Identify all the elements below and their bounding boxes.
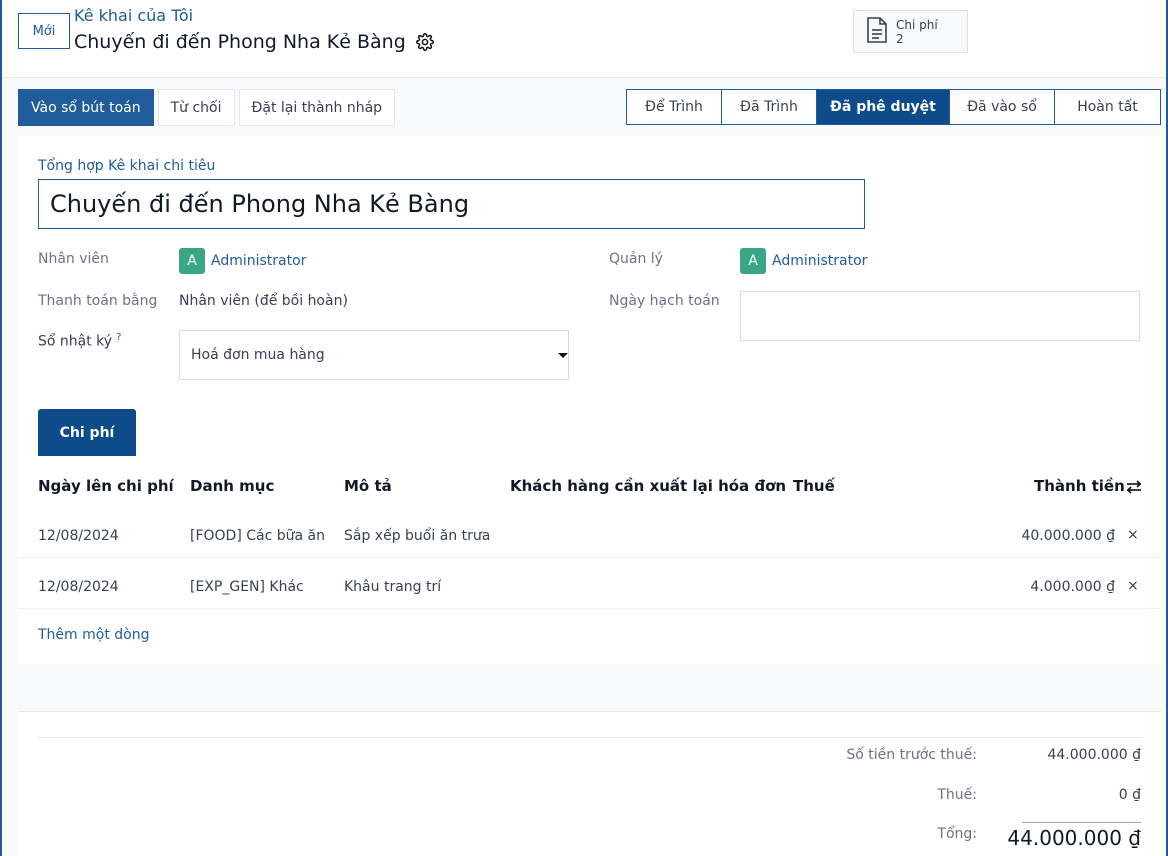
refuse-button[interactable]: Từ chối (157, 89, 235, 126)
untaxed-amount-label: Số tiền trước thuế: (846, 747, 977, 763)
smart-button-label: Chi phí (896, 17, 938, 32)
journal-select[interactable]: Hoá đơn mua hàng (179, 330, 569, 380)
add-line-link[interactable]: Thêm một dòng (38, 627, 149, 643)
tax-amount-label: Thuế: (937, 787, 977, 803)
status-bar: Để Trình Đã Trình Đã phê duyệt Đã vào sổ… (626, 89, 1161, 125)
row-date: 12/08/2024 (38, 579, 119, 595)
manager-value[interactable]: Administrator (772, 253, 867, 269)
delete-row-icon[interactable]: × (1127, 578, 1139, 594)
help-tooltip-icon[interactable]: ? (116, 332, 121, 343)
divider (1022, 822, 1141, 823)
column-header-date[interactable]: Ngày lên chi phí (38, 477, 174, 495)
reset-to-draft-button[interactable]: Đặt lại thành nháp (238, 89, 396, 126)
accounting-date-input[interactable] (740, 291, 1140, 341)
action-buttons: Vào sổ bút toán Từ chối Đặt lại thành nh… (18, 89, 396, 126)
column-header-description[interactable]: Mô tả (344, 477, 392, 495)
table-row[interactable]: 12/08/2024 [EXP_GEN] Khác Khâu trang trí… (18, 567, 1161, 609)
row-total: 40.000.000 ₫ (1021, 528, 1115, 544)
divider (38, 737, 1141, 738)
expenses-smart-button[interactable]: Chi phí 2 (853, 10, 968, 53)
row-description: Sắp xếp buổi ăn trưa (344, 528, 491, 544)
window-left-edge (0, 0, 2, 856)
form-sheet: Tổng hợp Kê khai chi tiêu Chuyến đi đến … (18, 136, 1161, 856)
row-total: 4.000.000 ₫ (1030, 579, 1115, 595)
smart-button-count: 2 (896, 31, 904, 46)
untaxed-amount-value: 44.000.000 ₫ (1047, 747, 1141, 763)
breadcrumb-parent[interactable]: Kê khai của Tôi (74, 6, 193, 25)
post-journal-button[interactable]: Vào sổ bút toán (18, 89, 154, 126)
tab-expenses[interactable]: Chi phí (38, 409, 136, 456)
control-panel: Mới Kê khai của Tôi Chuyến đi đến Phong … (2, 0, 1166, 78)
record-title: Chuyến đi đến Phong Nha Kẻ Bàng (74, 31, 406, 53)
employee-label: Nhân viên (38, 251, 109, 267)
breadcrumb-current: Chuyến đi đến Phong Nha Kẻ Bàng (74, 31, 434, 53)
column-header-tax[interactable]: Thuế (793, 477, 835, 495)
column-header-customer[interactable]: Khách hàng cần xuất lại hóa đơn (510, 477, 786, 495)
status-approved[interactable]: Đã phê duyệt (817, 90, 950, 124)
column-settings-icon[interactable] (1126, 479, 1142, 499)
row-category: [FOOD] Các bữa ăn (190, 528, 325, 544)
gear-icon[interactable] (415, 33, 434, 51)
paid-by-label: Thanh toán bằng (38, 293, 158, 309)
status-submitted[interactable]: Đã Trình (722, 90, 817, 124)
total-amount-value: 44.000.000 ₫ (1007, 826, 1141, 850)
journal-label-text: Sổ nhật ký (38, 333, 113, 350)
tax-amount-value: 0 ₫ (1118, 787, 1141, 803)
avatar: A (740, 248, 766, 274)
employee-value[interactable]: Administrator (211, 253, 306, 269)
column-header-category[interactable]: Danh mục (190, 477, 274, 495)
smart-button-text: Chi phí 2 (896, 18, 938, 46)
manager-label: Quản lý (609, 251, 663, 267)
avatar: A (179, 248, 205, 274)
row-description: Khâu trang trí (344, 579, 442, 595)
journal-label: Sổ nhật ký? (38, 332, 121, 350)
summary-input[interactable]: Chuyến đi đến Phong Nha Kẻ Bàng (38, 179, 865, 229)
new-button[interactable]: Mới (18, 13, 70, 49)
table-footer-band (18, 664, 1161, 711)
summary-label: Tổng hợp Kê khai chi tiêu (38, 158, 216, 174)
accounting-date-label: Ngày hạch toán (609, 293, 720, 309)
status-to-submit[interactable]: Để Trình (627, 90, 722, 124)
employee-field[interactable]: A Administrator (179, 248, 306, 274)
document-icon (866, 16, 888, 47)
caret-down-icon (558, 353, 568, 358)
column-header-total[interactable]: Thành tiền (1034, 477, 1125, 495)
total-amount-label: Tổng: (937, 826, 977, 842)
paid-by-value: Nhân viên (để bồi hoàn) (179, 293, 348, 309)
row-category: [EXP_GEN] Khác (190, 579, 304, 595)
status-posted[interactable]: Đã vào sổ (950, 90, 1055, 124)
journal-value: Hoá đơn mua hàng (191, 347, 325, 363)
manager-field[interactable]: A Administrator (740, 248, 867, 274)
delete-row-icon[interactable]: × (1127, 527, 1139, 543)
divider (18, 711, 1161, 712)
table-row[interactable]: 12/08/2024 [FOOD] Các bữa ăn Sắp xếp buổ… (18, 516, 1161, 558)
row-date: 12/08/2024 (38, 528, 119, 544)
status-done[interactable]: Hoàn tất (1055, 90, 1160, 124)
